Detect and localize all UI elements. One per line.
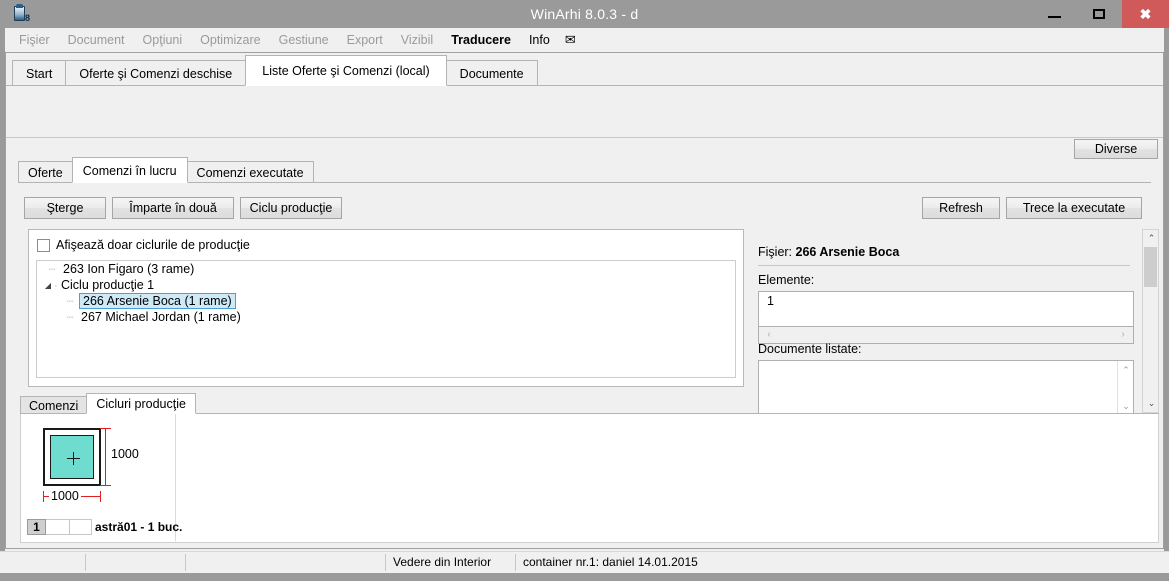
elemente-label: Elemente: — [758, 273, 815, 287]
width-dimension-label: 1000 — [49, 489, 81, 503]
drawing-item-footer: 1 astră01 - 1 buc. — [27, 519, 182, 535]
show-only-cycles-label: Afişează doar ciclurile de producţie — [56, 238, 250, 252]
refresh-button[interactable]: Refresh — [922, 197, 1000, 219]
list-item[interactable]: 1 — [759, 292, 1133, 308]
window-bottom-edge — [0, 573, 1169, 581]
menu-item-optimizare[interactable]: Optimizare — [191, 28, 269, 52]
drawing-preview-area[interactable]: 1000 1000 1 astră01 - 1 buc. — [20, 414, 1159, 543]
ciclu-productie-button[interactable]: Ciclu producţie — [240, 197, 342, 219]
sub-tab-strip: Oferte Comenzi în lucru Comenzi executat… — [18, 157, 314, 183]
fisier-title: Fişier: 266 Arsenie Boca — [758, 245, 899, 259]
menu-item-vizibil[interactable]: Vizibil — [392, 28, 442, 52]
orders-tree[interactable]: ┈ 263 Ion Figaro (3 rame) ◢ · Ciclu producţ… — [36, 260, 736, 378]
item-field-2 — [70, 519, 92, 535]
documente-vertical-scrollbar[interactable]: ⌃ ⌄ — [1117, 361, 1133, 413]
diverse-button[interactable]: Diverse — [1074, 139, 1158, 159]
tab-comenzi-executate[interactable]: Comenzi executate — [186, 161, 314, 183]
mail-icon[interactable]: ✉ — [559, 28, 582, 52]
item-field-1 — [46, 519, 70, 535]
height-dimension-label: 1000 — [111, 447, 139, 461]
menu-bar: Fişier Document Opţiuni Optimizare Gesti… — [0, 28, 1169, 52]
title-bar: 8 WinArhi 8.0.3 - d ✖ — [0, 0, 1169, 28]
close-icon: ✖ — [1139, 6, 1152, 22]
height-dimension-line — [100, 428, 111, 486]
scroll-up-icon[interactable]: ⌃ — [1145, 232, 1158, 245]
imparte-in-doua-button[interactable]: Împarte în două — [112, 197, 234, 219]
scroll-left-icon[interactable]: ‹ — [762, 328, 776, 342]
menu-item-document[interactable]: Document — [59, 28, 134, 52]
window-frame-drawing — [43, 428, 101, 486]
scrollbar-thumb[interactable] — [1144, 247, 1157, 287]
close-button[interactable]: ✖ — [1122, 0, 1169, 28]
tree-node-label: 263 Ion Figaro (3 rame) — [63, 262, 195, 276]
minimize-button[interactable] — [1032, 0, 1077, 28]
sterge-button[interactable]: Şterge — [24, 197, 106, 219]
scroll-down-icon[interactable]: ⌄ — [1120, 400, 1132, 412]
fisier-value: 266 Arsenie Boca — [795, 245, 900, 259]
bottom-tab-strip: Comenzi Cicluri producţie — [20, 393, 196, 414]
tab-liste-oferte-comenzi[interactable]: Liste Oferte şi Comenzi (local) — [245, 55, 447, 86]
tree-node-label: 267 Michael Jordan (1 rame) — [81, 310, 241, 324]
menu-item-fisier[interactable]: Fişier — [10, 28, 59, 52]
tree-node-ciclu-1[interactable]: ◢ · Ciclu producţie 1 — [37, 277, 735, 293]
window-controls: ✖ — [1032, 0, 1169, 28]
item-number: 1 — [27, 519, 46, 535]
tab-cicluri-productie[interactable]: Cicluri producţie — [86, 393, 196, 414]
detail-pane-scrollbar[interactable]: ⌃ ⌄ — [1142, 229, 1159, 413]
maximize-button[interactable] — [1077, 0, 1122, 28]
show-only-cycles-checkbox[interactable] — [37, 238, 50, 252]
chevron-down-icon[interactable]: ◢ — [43, 278, 53, 294]
maximize-icon — [1093, 9, 1105, 19]
menu-item-traducere[interactable]: Traducere — [442, 28, 520, 52]
menu-item-info[interactable]: Info — [520, 28, 559, 52]
trece-la-executate-button[interactable]: Trece la executate — [1006, 197, 1142, 219]
file-detail-panel: Fişier: 266 Arsenie Boca Elemente: 1 ‹ ›… — [754, 229, 1142, 413]
menu-item-gestiune[interactable]: Gestiune — [270, 28, 338, 52]
tab-start[interactable]: Start — [12, 60, 67, 86]
sub-tab-underline — [18, 182, 1151, 183]
tree-connector-icon: ┈ — [66, 296, 74, 308]
tree-connector-icon: ┈ — [48, 264, 56, 276]
tab-documente[interactable]: Documente — [445, 60, 538, 86]
client-area: Start Oferte şi Comenzi deschise Liste O… — [5, 52, 1164, 581]
documente-listate-box[interactable]: ⌃ ⌄ — [758, 360, 1134, 413]
status-divider — [85, 554, 86, 571]
tree-node-263[interactable]: ┈ 263 Ion Figaro (3 rame) — [37, 261, 735, 277]
status-container-label: container nr.1: daniel 14.01.2015 — [523, 555, 698, 569]
tab-oferte[interactable]: Oferte — [18, 161, 73, 183]
window-title: WinArhi 8.0.3 - d — [530, 6, 639, 22]
documente-listate-label: Documente listate: — [758, 342, 862, 356]
tree-connector-icon: ┈ — [66, 312, 74, 324]
tree-node-label: Ciclu producţie 1 — [61, 278, 155, 292]
panel-separator — [6, 137, 1163, 138]
show-only-cycles-checkbox-row[interactable]: Afişează doar ciclurile de producţie — [37, 238, 250, 252]
menu-item-export[interactable]: Export — [338, 28, 392, 52]
elemente-listbox[interactable]: 1 — [758, 291, 1134, 327]
status-divider — [185, 554, 186, 571]
tree-node-266-selected[interactable]: ┈ 266 Arsenie Boca (1 rame) — [37, 293, 735, 309]
detail-divider — [758, 265, 1130, 266]
orders-tree-panel: Afişează doar ciclurile de producţie ┈ 26… — [28, 229, 744, 387]
status-bar: Vedere din Interior container nr.1: dani… — [0, 551, 1169, 573]
tab-oferte-comenzi-deschise[interactable]: Oferte şi Comenzi deschise — [65, 60, 247, 86]
scroll-up-icon[interactable]: ⌃ — [1120, 364, 1132, 376]
tree-node-267[interactable]: ┈ 267 Michael Jordan (1 rame) — [37, 309, 735, 325]
minimize-icon — [1048, 16, 1061, 18]
drawing-item-cell[interactable]: 1000 1000 1 astră01 - 1 buc. — [21, 414, 182, 541]
item-label: astră01 - 1 buc. — [95, 520, 183, 534]
scroll-right-icon[interactable]: › — [1116, 328, 1130, 342]
status-view-label: Vedere din Interior — [393, 555, 492, 569]
tab-comenzi-in-lucru[interactable]: Comenzi în lucru — [71, 157, 188, 183]
center-cross-icon — [67, 452, 80, 465]
fisier-label: Fişier: — [758, 245, 793, 259]
application-window: 8 WinArhi 8.0.3 - d ✖ Fişier Document Op… — [0, 0, 1169, 581]
main-tab-strip: Start Oferte şi Comenzi deschise Liste O… — [12, 55, 538, 86]
menu-item-optiuni[interactable]: Opţiuni — [134, 28, 192, 52]
window-right-edge — [1164, 28, 1169, 573]
tab-comenzi[interactable]: Comenzi — [20, 396, 88, 414]
tree-node-label: 266 Arsenie Boca (1 rame) — [79, 293, 236, 309]
scroll-down-icon[interactable]: ⌄ — [1145, 397, 1158, 410]
